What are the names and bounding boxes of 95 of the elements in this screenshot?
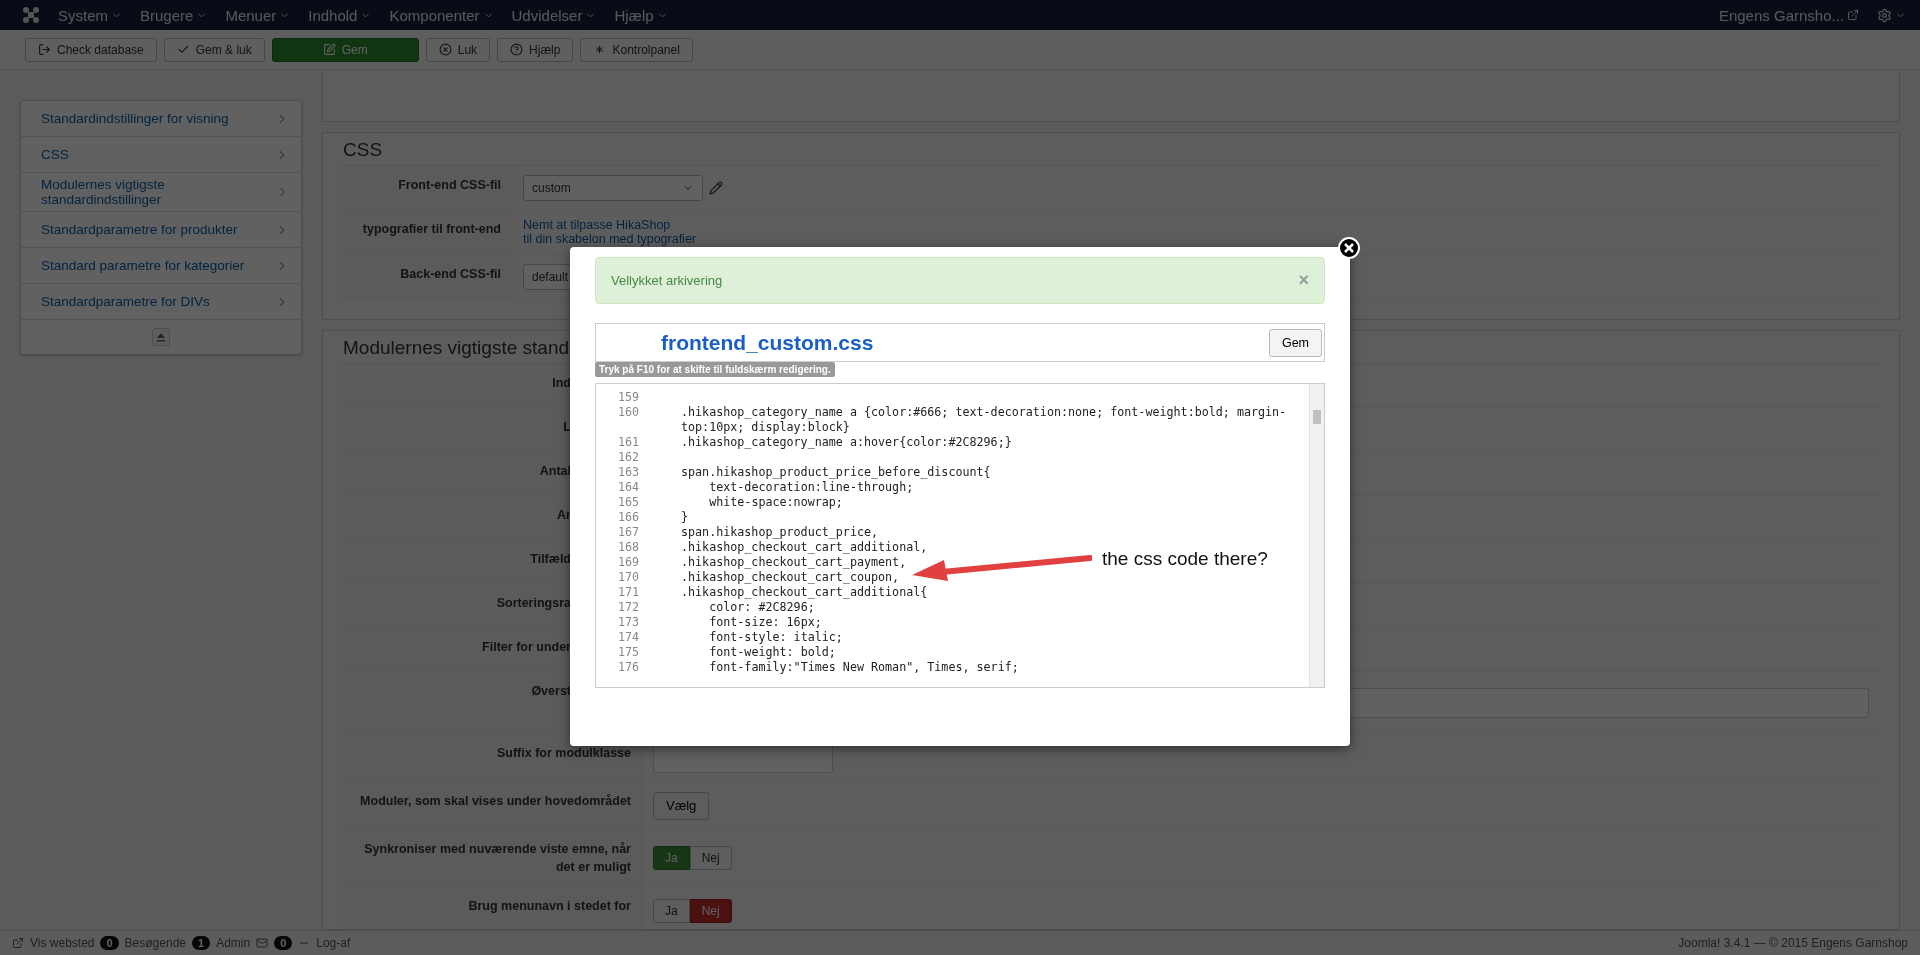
- check-icon: [176, 43, 190, 56]
- sidebar-item[interactable]: Standard parametre for kategorier: [21, 248, 301, 284]
- toggle-option[interactable]: Ja: [653, 846, 690, 871]
- menu-item[interactable]: Udvidelser: [511, 6, 583, 24]
- sidebar-item-label[interactable]: Standardparametre for produkter: [41, 222, 238, 237]
- code-line: font-family:"Times New Roman", Times, serif;: [708, 660, 1020, 675]
- sidebar-item[interactable]: Standardparametre for produkter: [21, 212, 301, 248]
- sidebar-item-label[interactable]: Standardparametre for DIVs: [41, 294, 210, 309]
- site-link[interactable]: Engens Garnsho...: [1718, 6, 1844, 24]
- code-line: .hikashop_category_name a {color:#666; text-decoration:none; font-weight:bold; margin-top:10px; display:block}: [680, 405, 1288, 435]
- logout-link[interactable]: Log-af: [316, 936, 351, 950]
- toolbar-button[interactable]: Luk: [425, 37, 491, 62]
- code-line: font-style: italic;: [708, 630, 844, 645]
- code-line: .hikashop_checkout_cart_additional,: [680, 540, 929, 555]
- section-title: CSS: [343, 137, 1879, 166]
- save-button[interactable]: Gem: [1268, 328, 1322, 357]
- code-line: span.hikashop_product_price,: [680, 525, 880, 540]
- logo-icon[interactable]: [22, 6, 40, 24]
- code-line: span.hikashop_product_price_before_discount{: [680, 465, 992, 480]
- line-number: 165: [617, 495, 641, 510]
- menu-item[interactable]: Menuer: [225, 6, 277, 24]
- code-line: white-space:nowrap;: [708, 495, 844, 510]
- line-number: 159: [617, 390, 641, 405]
- code-line: color: #2C8296;: [708, 600, 816, 615]
- select-field[interactable]: custom: [523, 174, 703, 201]
- copyright-text: Joomla! 3.4.1 — © 2015 Engens Garnshop: [1678, 936, 1908, 950]
- sidebar-item[interactable]: Standardindstillinger for visning: [21, 101, 301, 137]
- hint-label: Tryk på F10 for at skifte til fuldskærm redigering.: [595, 362, 835, 377]
- menu-item[interactable]: Komponenter: [389, 6, 480, 24]
- pen-square-icon: [322, 43, 336, 56]
- sidebar-item-label[interactable]: Standard parametre for kategorier: [41, 258, 245, 273]
- code-line: .hikashop_checkout_cart_coupon,: [680, 570, 901, 585]
- code-line: .hikashop_checkout_cart_payment,: [680, 555, 908, 570]
- sidebar-item[interactable]: Standardparametre for DIVs: [21, 284, 301, 320]
- toggle-option[interactable]: Ja: [653, 898, 690, 923]
- sidebar-item-label[interactable]: Modulernes vigtigste standardindstillinger: [41, 177, 276, 207]
- line-number: 164: [617, 480, 641, 495]
- line-number: 170: [617, 570, 641, 585]
- line-number: 166: [617, 510, 641, 525]
- view-site-link[interactable]: Vis websted: [30, 936, 95, 950]
- alert-message: Vellykket arkivering: [611, 273, 723, 288]
- code-line: .hikashop_checkout_cart_additional{: [680, 585, 929, 600]
- sidebar-item-label[interactable]: CSS: [41, 147, 69, 162]
- toggle-option[interactable]: Nej: [689, 846, 732, 871]
- close-icon[interactable]: [1338, 237, 1360, 259]
- toolbar-button[interactable]: Hjælp: [497, 37, 574, 62]
- x-circle-icon: [438, 43, 452, 56]
- pencil-icon[interactable]: [709, 180, 723, 195]
- menu-item[interactable]: System: [58, 6, 108, 24]
- sidebar-item[interactable]: Modulernes vigtigste standardindstillinger: [21, 173, 301, 212]
- line-number: 169: [617, 555, 641, 570]
- toggle-option[interactable]: Nej: [689, 898, 732, 923]
- line-number: 172: [617, 600, 641, 615]
- visitors-label: Besøgende: [124, 936, 186, 950]
- code-line: text-decoration:line-through;: [708, 480, 915, 495]
- line-number: 163: [617, 465, 641, 480]
- sidebar-item[interactable]: CSS: [21, 137, 301, 173]
- code-line: }: [680, 510, 690, 525]
- count-badge: 0: [274, 936, 293, 950]
- exit-icon: [38, 43, 51, 56]
- help-icon: [510, 43, 524, 56]
- toolbar-button[interactable]: Kontrolpanel: [580, 37, 693, 62]
- toolbar-button[interactable]: Check database: [25, 37, 157, 62]
- select-button[interactable]: Vælg: [653, 791, 710, 820]
- alert-close[interactable]: ×: [1298, 270, 1309, 291]
- menu-item[interactable]: Hjælp: [614, 6, 654, 24]
- link[interactable]: Nemt at tilpasse HikaShop: [523, 218, 696, 232]
- line-number: 175: [617, 645, 641, 660]
- line-number: 160: [617, 405, 641, 421]
- count-badge: 0: [100, 936, 119, 950]
- code-line: .hikashop_category_name a:hover{color:#2C8296;}: [680, 435, 1013, 450]
- code-line: font-weight: bold;: [708, 645, 837, 660]
- toolbar-button[interactable]: Gem & luk: [163, 37, 265, 62]
- line-number: 162: [617, 450, 641, 465]
- toolbar-button[interactable]: Gem: [271, 37, 419, 62]
- line-number: 167: [617, 525, 641, 540]
- sidebar-item-label[interactable]: Standardindstillinger for visning: [41, 111, 229, 126]
- code-editor[interactable]: [595, 383, 1325, 688]
- line-number: 161: [617, 435, 641, 450]
- line-number: 171: [617, 585, 641, 600]
- mail-icon: [256, 937, 269, 949]
- eject-icon[interactable]: [152, 328, 170, 346]
- external-link-icon: [1847, 9, 1859, 21]
- link[interactable]: til din skabelon med typografier: [523, 232, 696, 246]
- line-number: 168: [617, 540, 641, 555]
- line-number: 174: [617, 630, 641, 645]
- count-badge: 1: [192, 936, 211, 950]
- menu-item[interactable]: Indhold: [308, 6, 358, 24]
- menu-item[interactable]: Brugere: [140, 6, 194, 24]
- external-link-icon: [12, 937, 24, 949]
- settings-icon[interactable]: [1877, 7, 1892, 23]
- line-number: 173: [617, 615, 641, 630]
- code-line: font-size: 16px;: [708, 615, 823, 630]
- annotation-text: the css code there?: [1102, 548, 1268, 570]
- admin-label: Admin: [216, 936, 251, 950]
